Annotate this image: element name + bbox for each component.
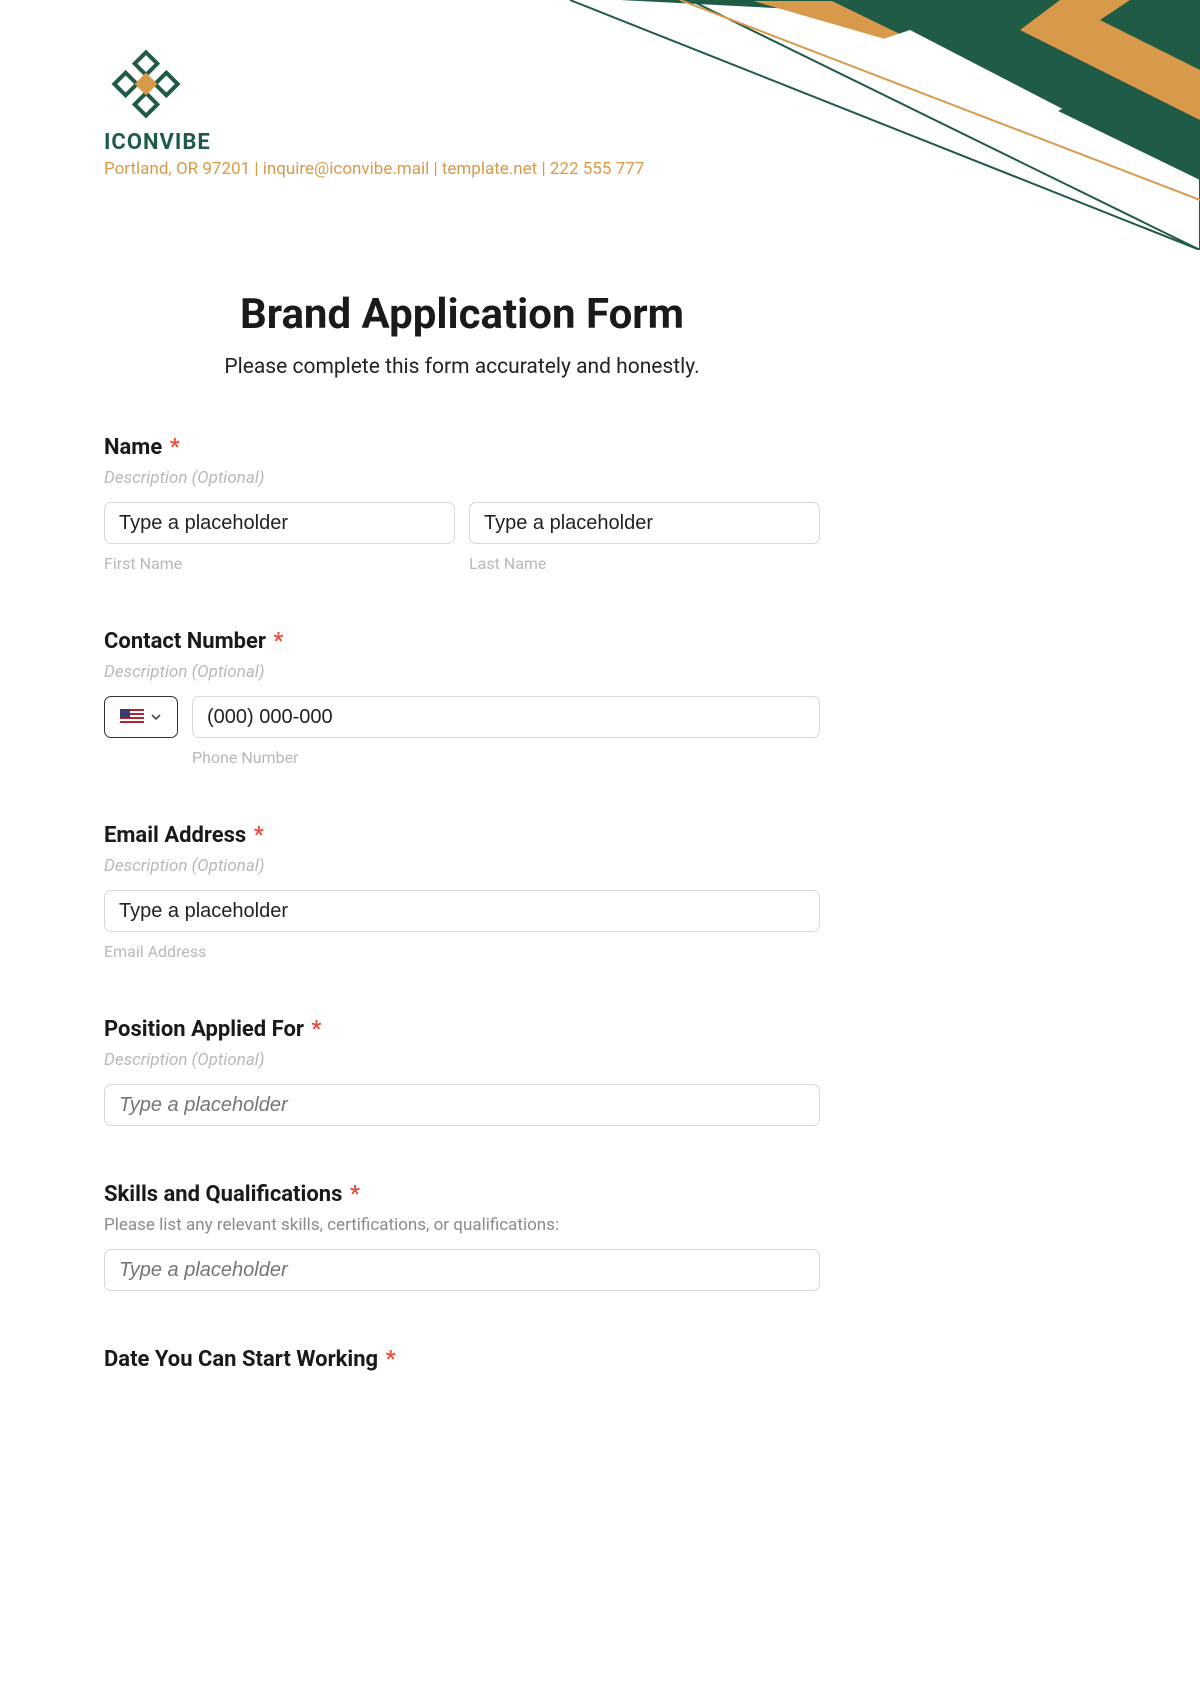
required-star: * — [350, 1182, 360, 1207]
field-skills-desc: Please list any relevant skills, certifi… — [104, 1215, 820, 1235]
field-contact-label: Contact Number * — [104, 629, 820, 654]
field-name-desc: Description (Optional) — [104, 468, 820, 488]
label-text: Contact Number — [104, 629, 266, 654]
chevron-down-icon — [150, 711, 162, 723]
field-position-desc: Description (Optional) — [104, 1050, 820, 1070]
brand-name: ICONVIBE — [104, 130, 211, 155]
header: ICONVIBE Portland, OR 97201 | inquire@ic… — [104, 44, 644, 179]
required-star: * — [170, 435, 180, 460]
field-name-label: Name * — [104, 435, 820, 460]
position-input[interactable] — [104, 1084, 820, 1126]
label-text: Name — [104, 435, 162, 460]
required-star: * — [311, 1017, 321, 1042]
field-email-desc: Description (Optional) — [104, 856, 820, 876]
field-start-date: Date You Can Start Working * — [104, 1347, 820, 1372]
last-name-sublabel: Last Name — [469, 554, 820, 573]
form: Brand Application Form Please complete t… — [104, 290, 820, 1380]
label-text: Skills and Qualifications — [104, 1182, 342, 1207]
label-text: Position Applied For — [104, 1017, 304, 1042]
field-start-date-label: Date You Can Start Working * — [104, 1347, 820, 1372]
required-star: * — [254, 823, 264, 848]
us-flag-icon — [120, 709, 144, 725]
field-name: Name * Description (Optional) First Name… — [104, 435, 820, 573]
field-contact-number: Contact Number * Description (Optional) … — [104, 629, 820, 767]
field-contact-desc: Description (Optional) — [104, 662, 820, 682]
form-subtitle: Please complete this form accurately and… — [104, 355, 820, 379]
brand-contact-line: Portland, OR 97201 | inquire@iconvibe.ma… — [104, 159, 644, 179]
logo-block: ICONVIBE Portland, OR 97201 | inquire@ic… — [104, 44, 644, 179]
last-name-input[interactable] — [469, 502, 820, 544]
required-star: * — [273, 629, 283, 654]
label-text: Email Address — [104, 823, 246, 848]
field-email: Email Address * Description (Optional) E… — [104, 823, 820, 961]
label-text: Date You Can Start Working — [104, 1347, 378, 1372]
field-position: Position Applied For * Description (Opti… — [104, 1017, 820, 1126]
email-input[interactable] — [104, 890, 820, 932]
field-email-label: Email Address * — [104, 823, 820, 848]
phone-number-sublabel: Phone Number — [192, 748, 820, 767]
phone-number-input[interactable] — [192, 696, 820, 738]
form-title: Brand Application Form — [104, 290, 820, 339]
field-skills: Skills and Qualifications * Please list … — [104, 1182, 820, 1291]
first-name-sublabel: First Name — [104, 554, 455, 573]
field-skills-label: Skills and Qualifications * — [104, 1182, 820, 1207]
first-name-input[interactable] — [104, 502, 455, 544]
required-star: * — [386, 1347, 396, 1372]
logo-icon — [106, 44, 186, 124]
country-code-select[interactable] — [104, 696, 178, 738]
skills-input[interactable] — [104, 1249, 820, 1291]
field-position-label: Position Applied For * — [104, 1017, 820, 1042]
email-sublabel: Email Address — [104, 942, 820, 961]
